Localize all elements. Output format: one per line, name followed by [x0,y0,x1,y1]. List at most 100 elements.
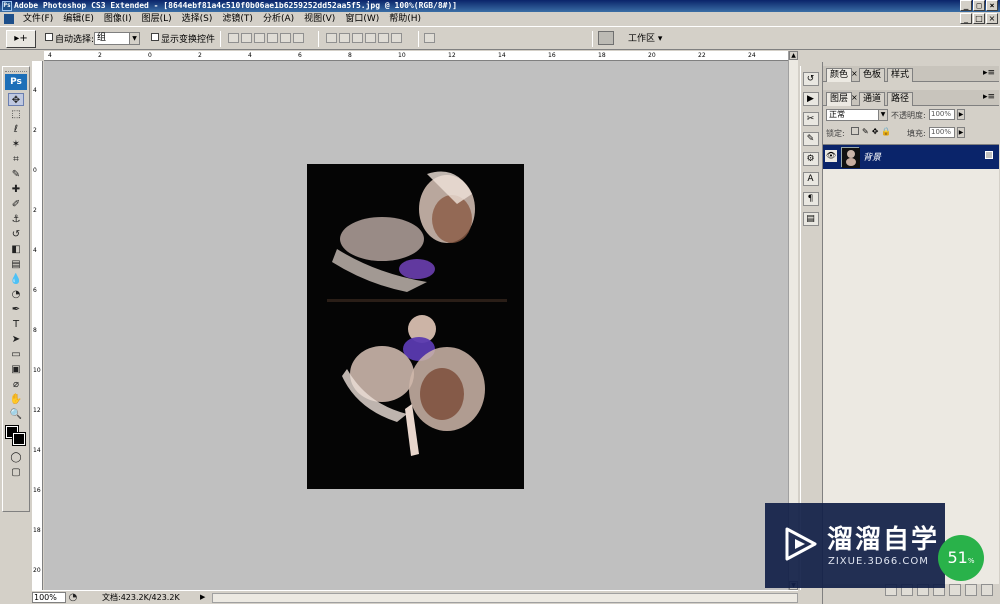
tab-styles[interactable]: 样式 [887,68,914,82]
distribute-hcenter-icon[interactable] [378,33,389,43]
panel-menu-icon[interactable]: ▸≡ [983,92,995,102]
shape-tool-icon[interactable]: ▭ [8,348,24,361]
maximize-button[interactable]: □ [973,0,985,11]
align-left-icon[interactable] [267,33,278,43]
menu-image[interactable]: 图像(I) [99,12,137,26]
tab-color[interactable]: 颜色 [826,68,853,82]
character-icon[interactable]: A [802,172,819,186]
align-right-icon[interactable] [293,33,304,43]
workspace-icon[interactable] [598,31,614,45]
show-transform-checkbox[interactable] [151,33,159,41]
eraser-tool-icon[interactable]: ◧ [8,243,24,256]
horizontal-scrollbar[interactable] [212,593,798,603]
auto-align-icon[interactable] [424,33,435,43]
eye-icon[interactable]: 👁 [825,150,837,162]
eyedropper-tool-icon[interactable]: ⌀ [8,378,24,391]
canvas-area[interactable] [44,61,788,590]
lasso-tool-icon[interactable]: ℓ [8,123,24,136]
menu-help[interactable]: 帮助(H) [384,12,426,26]
menu-edit[interactable]: 编辑(E) [58,12,99,26]
menu-analysis[interactable]: 分析(A) [258,12,299,26]
delete-layer-icon[interactable] [981,584,993,596]
layer-row[interactable]: 👁 背景 [823,145,999,169]
doc-maximize-button[interactable]: □ [973,13,985,24]
brushes-icon[interactable]: ✎ [802,132,819,146]
panel-menu-icon[interactable]: ▸≡ [983,68,995,78]
brush-tool-icon[interactable]: ✐ [8,198,24,211]
lock-transparency-icon[interactable] [851,127,859,135]
distribute-right-icon[interactable] [391,33,402,43]
fill-arrow-icon[interactable]: ▶ [957,127,965,138]
doc-minimize-button[interactable]: _ [960,13,972,24]
pen-tool-icon[interactable]: ✒ [8,303,24,316]
crop-tool-icon[interactable]: ⌗ [8,153,24,166]
blur-tool-icon[interactable]: 💧 [8,273,24,286]
auto-select-dropdown[interactable]: 组 ▼ [94,32,140,45]
slice-tool-icon[interactable]: ✎ [8,168,24,181]
gradient-tool-icon[interactable]: ▤ [8,258,24,271]
type-tool-icon[interactable]: T [8,318,24,331]
distribute-top-icon[interactable] [326,33,337,43]
menu-window[interactable]: 窗口(W) [340,12,384,26]
new-group-icon[interactable] [949,584,961,596]
tool-presets-icon[interactable]: ✂ [802,112,819,126]
magic-wand-tool-icon[interactable]: ✶ [8,138,24,151]
blend-mode-dropdown[interactable]: 正常 ▼ [826,109,888,121]
menu-file[interactable]: 文件(F) [18,12,58,26]
distribute-vcenter-icon[interactable] [339,33,350,43]
history-brush-tool-icon[interactable]: ↺ [8,228,24,241]
dodge-tool-icon[interactable]: ◔ [8,288,24,301]
align-hcenter-icon[interactable] [280,33,291,43]
menu-layer[interactable]: 图层(L) [137,12,177,26]
marquee-tool-icon[interactable]: ⬚ [8,108,24,121]
actions-icon[interactable]: ▶ [802,92,819,106]
minimize-button[interactable]: _ [960,0,972,11]
quick-mask-icon[interactable]: ◯ [8,451,24,464]
auto-select-checkbox[interactable] [45,33,53,41]
notes-tool-icon[interactable]: ▣ [8,363,24,376]
close-button[interactable]: × [986,0,998,11]
new-layer-icon[interactable] [965,584,977,596]
document-image[interactable] [307,164,524,489]
opacity-field[interactable]: 100% [929,109,955,120]
tab-close-icon[interactable]: × [851,93,858,102]
move-tool-icon[interactable]: ✥ [8,93,24,106]
menu-select[interactable]: 选择(S) [177,12,218,26]
layer-name[interactable]: 背景 [863,150,881,163]
path-selection-tool-icon[interactable]: ➤ [8,333,24,346]
zoom-tool-icon[interactable]: 🔍 [8,408,24,421]
hand-tool-icon[interactable]: ✋ [8,393,24,406]
opacity-arrow-icon[interactable]: ▶ [957,109,965,120]
menu-filter[interactable]: 滤镜(T) [217,12,258,26]
toolbox-grip[interactable] [5,68,27,72]
distribute-left-icon[interactable] [365,33,376,43]
distribute-bottom-icon[interactable] [352,33,363,43]
layer-comps-icon[interactable]: ▤ [802,212,819,226]
paragraph-icon[interactable]: ¶ [802,192,819,206]
history-icon[interactable]: ↺ [802,72,819,86]
align-vcenter-icon[interactable] [241,33,252,43]
align-top-icon[interactable] [228,33,239,43]
lock-pixels-icon[interactable]: ✎ [862,127,869,136]
ps-logo[interactable]: Ps [5,74,27,90]
tab-paths[interactable]: 路径 [887,92,914,106]
doc-close-button[interactable]: × [986,13,998,24]
clone-source-icon[interactable]: ⚙ [802,152,819,166]
tool-preset-picker[interactable]: ▸+ [6,30,36,48]
zoom-field[interactable]: 100% [32,592,66,603]
fill-field[interactable]: 100% [929,127,955,138]
healing-brush-tool-icon[interactable]: ✚ [8,183,24,196]
zoom-preview-icon[interactable]: ◔ [68,591,78,604]
screen-mode-icon[interactable]: ▢ [8,466,24,479]
scroll-up-icon[interactable]: ▲ [789,51,798,60]
workspace-button[interactable]: 工作区 ▾ [628,31,662,47]
lock-all-icon[interactable]: 🔒 [881,127,891,136]
tab-close-icon[interactable]: × [851,69,858,78]
align-bottom-icon[interactable] [254,33,265,43]
lock-position-icon[interactable]: ✥ [872,127,879,136]
menu-view[interactable]: 视图(V) [299,12,340,26]
tab-swatches[interactable]: 色板 [859,68,886,82]
status-menu-arrow[interactable]: ▶ [200,592,209,603]
background-color[interactable] [12,432,26,446]
clone-stamp-tool-icon[interactable]: ⚓ [8,213,24,226]
